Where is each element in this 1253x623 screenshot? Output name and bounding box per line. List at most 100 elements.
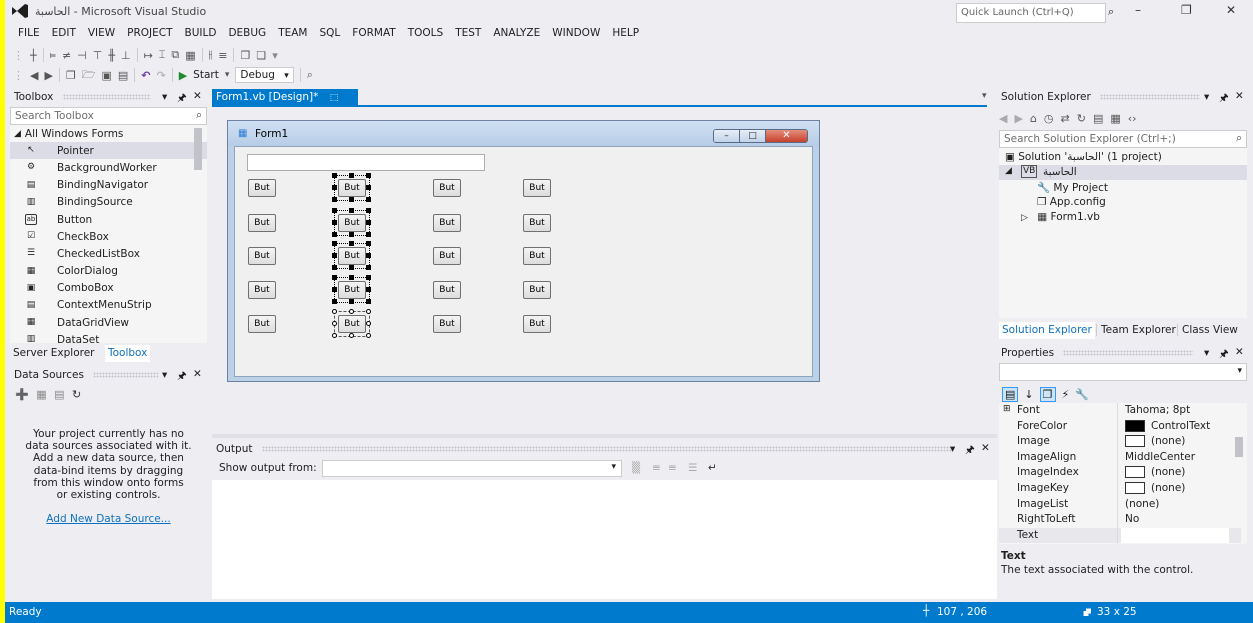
resize-handle[interactable]	[366, 321, 371, 326]
property-row-forecolor[interactable]: ForeColor ControlText	[999, 419, 1241, 435]
resize-handle[interactable]	[332, 321, 337, 326]
property-value[interactable]: ControlText	[1151, 420, 1210, 432]
size-to-grid-icon[interactable]: ▦	[185, 49, 195, 62]
menu-debug[interactable]: DEBUG	[222, 24, 272, 44]
resize-handle[interactable]	[332, 333, 337, 338]
resize-handle[interactable]	[332, 185, 337, 190]
resize-handle[interactable]	[332, 241, 337, 246]
resize-handle[interactable]	[332, 275, 337, 280]
align-centers-icon[interactable]: ≠	[62, 49, 71, 62]
menu-sql[interactable]: SQL	[314, 24, 347, 44]
property-value[interactable]: (none)	[1151, 482, 1185, 494]
properties-icon[interactable]: ❐	[1039, 386, 1056, 402]
property-value-input[interactable]	[1121, 527, 1229, 543]
save-icon[interactable]: ▣	[101, 69, 111, 82]
send-to-back-icon[interactable]: ❏	[256, 49, 266, 62]
menu-file[interactable]: FILE	[12, 24, 46, 44]
form-button-r2-c3[interactable]: But	[433, 214, 461, 232]
dropdown-icon[interactable]: ▾	[950, 443, 955, 455]
menu-edit[interactable]: EDIT	[46, 24, 82, 44]
resize-handle[interactable]	[332, 299, 337, 304]
form-button-r5-c3[interactable]: But	[433, 315, 461, 333]
result-textbox[interactable]	[247, 154, 485, 171]
vertical-spacing-icon[interactable]: ≡	[218, 49, 227, 62]
show-all-files-icon[interactable]: ▦	[1110, 112, 1120, 125]
tab-team-explorer[interactable]: Team Explorer	[1096, 324, 1176, 336]
tree-item-form1[interactable]: ▷ ▦ Form1.vb	[1021, 211, 1100, 223]
word-wrap-icon[interactable]: ↵	[708, 462, 717, 474]
toolbox-item-backgroundworker[interactable]: ⚙ BackgroundWorker	[10, 159, 207, 176]
menu-format[interactable]: FORMAT	[346, 24, 401, 44]
toolbox-item-pointer[interactable]: ↖ Pointer	[10, 142, 207, 160]
resize-handle[interactable]	[366, 232, 371, 237]
resize-handle[interactable]	[332, 197, 337, 202]
close-icon[interactable]: ✕	[1235, 90, 1244, 102]
dropdown-icon[interactable]: ▾	[1204, 91, 1209, 103]
start-play-icon[interactable]: ▶	[179, 69, 187, 82]
form-close-icon[interactable]: ✕	[766, 130, 807, 142]
expand-plus-icon[interactable]: ⊞	[1003, 404, 1011, 414]
align-middles-icon[interactable]: ╫	[108, 49, 115, 62]
toolbox-item-bindingnavigator[interactable]: ▤ BindingNavigator	[10, 177, 207, 194]
form-button-r1-c1[interactable]: But	[248, 179, 276, 197]
collapse-all-icon[interactable]: ▤	[1093, 112, 1103, 125]
property-row-imagelist[interactable]: ImageList (none)	[999, 497, 1241, 513]
property-row-imagealign[interactable]: ImageAlign MiddleCenter	[999, 450, 1241, 466]
pin-icon[interactable]: 🖈	[1219, 346, 1229, 364]
resize-handle[interactable]	[366, 173, 371, 178]
toolbox-scrollbar-thumb[interactable]	[194, 128, 202, 170]
resize-handle[interactable]	[332, 253, 337, 258]
resize-handle[interactable]	[366, 309, 371, 314]
tab-toolbox[interactable]: Toolbox	[105, 345, 151, 362]
horizontal-spacing-icon[interactable]: ⫲	[209, 48, 213, 62]
forward-icon[interactable]: ▶	[1014, 112, 1022, 125]
tab-solution-explorer[interactable]: Solution Explorer	[999, 322, 1095, 339]
resize-handle[interactable]	[349, 275, 354, 280]
resize-handle[interactable]	[366, 275, 371, 280]
dropdown-icon[interactable]: ▾	[162, 91, 167, 103]
form-button-r3-c4[interactable]: But	[523, 247, 551, 265]
form-button-r5-c1[interactable]: But	[248, 315, 276, 333]
toolbar-options-icon[interactable]: ▾	[272, 49, 278, 62]
property-pages-icon[interactable]: 🔧	[1075, 388, 1089, 401]
property-row-image[interactable]: Image (none)	[999, 434, 1241, 450]
close-icon[interactable]: ✕	[981, 442, 990, 454]
resize-handle[interactable]	[366, 333, 371, 338]
toolbox-item-contextmenustrip[interactable]: ▤ ContextMenuStrip	[10, 297, 207, 314]
property-row-imagekey[interactable]: ImageKey (none)	[999, 481, 1241, 497]
find-icon[interactable]: ⌕	[307, 68, 313, 82]
toolbox-item-button[interactable]: ab Button	[10, 211, 207, 228]
form-button-r3-c1[interactable]: But	[248, 247, 276, 265]
resize-handle[interactable]	[332, 232, 337, 237]
toolbox-item-combobox[interactable]: ▣ ComboBox	[10, 280, 207, 297]
resize-handle[interactable]	[349, 241, 354, 246]
toolbox-item-checkbox[interactable]: ☑ CheckBox	[10, 228, 207, 245]
forward-icon[interactable]: ▶	[44, 69, 52, 82]
property-scrollbar-thumb[interactable]	[1235, 437, 1243, 457]
toolbox-group-header[interactable]: ◢ All Windows Forms	[10, 125, 207, 142]
menu-test[interactable]: TEST	[449, 24, 487, 44]
make-same-size-icon[interactable]: ⧉	[171, 48, 179, 62]
categorized-icon[interactable]: ▤	[1002, 386, 1019, 402]
resize-handle[interactable]	[366, 208, 371, 213]
form-button-r1-c3[interactable]: But	[433, 179, 461, 197]
form-button-r3-c3[interactable]: But	[433, 247, 461, 265]
pin-icon[interactable]: 🖈	[965, 442, 975, 460]
property-value[interactable]: Tahoma; 8pt	[1125, 404, 1190, 416]
resize-handle[interactable]	[349, 309, 354, 314]
resize-handle[interactable]	[349, 208, 354, 213]
resize-handle[interactable]	[349, 197, 354, 202]
view-code-icon[interactable]: ‹›	[1128, 112, 1137, 125]
form-button-r2-c1[interactable]: But	[248, 214, 276, 232]
bring-to-front-icon[interactable]: ❐	[240, 49, 250, 62]
add-new-data-source-link[interactable]: Add New Data Source...	[10, 513, 207, 525]
property-value[interactable]: MiddleCenter	[1125, 451, 1195, 463]
solution-search-input[interactable]: Search Solution Explorer (Ctrl+;) ⌕	[999, 130, 1247, 148]
clear-all-icon[interactable]: ☰	[688, 462, 697, 474]
minimize-button[interactable]: –	[1135, 3, 1141, 17]
save-all-icon[interactable]: ▤	[118, 69, 128, 82]
property-row-righttoleft[interactable]: RightToLeft No	[999, 512, 1241, 528]
refresh-icon[interactable]: ↻	[1077, 112, 1086, 125]
toolbox-item-datagridview[interactable]: ▦ DataGridView	[10, 314, 207, 331]
form-minimize-icon[interactable]: –	[714, 130, 740, 142]
